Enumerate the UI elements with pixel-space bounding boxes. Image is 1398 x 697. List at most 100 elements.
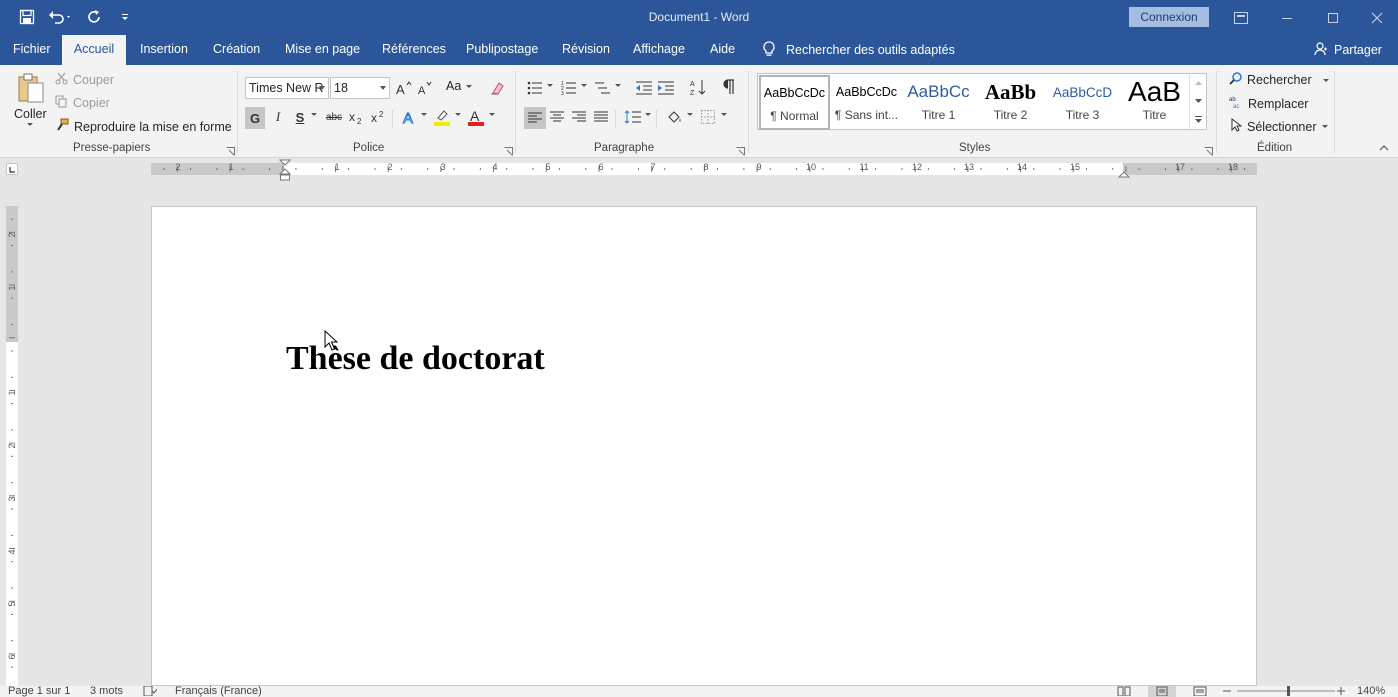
paragraph-launcher-icon[interactable] (736, 145, 745, 156)
zoom-in-icon[interactable] (1336, 686, 1346, 697)
ribbon-display-options-icon[interactable] (1218, 0, 1264, 35)
align-right-icon[interactable] (569, 107, 589, 127)
tab-affichage[interactable]: Affichage (633, 35, 685, 65)
collapse-ribbon-icon[interactable] (1377, 141, 1391, 155)
line-spacing-dropdown-icon[interactable] (645, 113, 651, 116)
style-titre[interactable]: AaB Titre (1119, 76, 1190, 129)
read-mode-icon[interactable] (1117, 686, 1131, 697)
zoom-out-icon[interactable] (1222, 686, 1232, 697)
paste-label[interactable]: Coller (14, 107, 47, 121)
redo-icon[interactable] (82, 6, 108, 28)
text-effects-icon[interactable]: A (400, 107, 420, 127)
align-center-icon[interactable] (547, 107, 567, 127)
increase-indent-icon[interactable] (656, 78, 676, 98)
font-color-dropdown-icon[interactable] (489, 113, 495, 116)
tab-creation[interactable]: Création (213, 35, 260, 65)
pilcrow-icon[interactable] (719, 77, 739, 97)
underline-button[interactable]: S (290, 107, 310, 127)
style-titre-3[interactable]: AaBbCcD Titre 3 (1047, 76, 1118, 129)
vertical-ruler[interactable]: 2 1 1 2 3 4 5 6 (6, 206, 18, 686)
superscript-icon[interactable]: x2 (368, 107, 388, 127)
font-launcher-icon[interactable] (504, 145, 513, 156)
tab-references[interactable]: Références (382, 35, 446, 65)
format-painter-button[interactable]: Reproduire la mise en forme (55, 118, 232, 135)
font-size-combo[interactable]: 18 (330, 77, 390, 99)
justify-icon[interactable] (591, 107, 611, 127)
highlight-icon[interactable] (432, 107, 452, 127)
shrink-font-icon[interactable]: A (416, 78, 436, 98)
zoom-level[interactable]: 140% (1357, 686, 1385, 697)
styles-launcher-icon[interactable] (1204, 145, 1213, 156)
style-normal[interactable]: AaBbCcDc ¶ Normal (759, 75, 830, 130)
grow-font-icon[interactable]: A (394, 78, 414, 98)
cut-button[interactable]: Couper (55, 72, 114, 88)
tell-me-search[interactable]: Rechercher des outils adaptés (762, 35, 955, 65)
select-button[interactable]: Sélectionner (1231, 117, 1328, 135)
tab-accueil[interactable]: Accueil (62, 35, 126, 66)
clear-formatting-icon[interactable] (487, 78, 507, 98)
connexion-button[interactable]: Connexion (1129, 7, 1209, 27)
share-button[interactable]: Partager (1314, 35, 1382, 65)
copy-button[interactable]: Copier (55, 95, 110, 111)
bold-button[interactable]: G (245, 107, 265, 129)
change-case-button[interactable]: Aa (446, 79, 473, 93)
paste-icon[interactable] (14, 71, 48, 105)
borders-icon[interactable] (698, 107, 718, 127)
tab-insertion[interactable]: Insertion (140, 35, 188, 65)
document-page[interactable]: Thèse de doctorat (151, 206, 1257, 686)
underline-dropdown-icon[interactable] (311, 113, 317, 116)
tab-aide[interactable]: Aide (710, 35, 735, 65)
more-styles-icon[interactable] (1190, 110, 1206, 128)
shading-icon[interactable] (664, 107, 684, 127)
bullets-dropdown-icon[interactable] (547, 84, 553, 87)
save-icon[interactable] (14, 6, 40, 28)
proofing-icon[interactable] (143, 686, 158, 697)
first-line-indent-marker[interactable] (278, 159, 292, 184)
bullets-icon[interactable] (525, 78, 545, 98)
shading-dropdown-icon[interactable] (687, 113, 693, 116)
strikethrough-button[interactable]: abc (324, 107, 344, 127)
font-name-combo[interactable]: Times New R (245, 77, 329, 99)
page-count[interactable]: Page 1 sur 1 (8, 686, 70, 697)
highlight-dropdown-icon[interactable] (455, 113, 461, 116)
maximize-icon[interactable] (1310, 0, 1356, 35)
borders-dropdown-icon[interactable] (721, 113, 727, 116)
tab-mise-en-page[interactable]: Mise en page (285, 35, 360, 65)
tab-fichier[interactable]: Fichier (13, 35, 51, 65)
multilevel-dropdown-icon[interactable] (615, 84, 621, 87)
style-titre-2[interactable]: AaBb Titre 2 (975, 76, 1046, 129)
scroll-down-icon[interactable] (1190, 92, 1206, 110)
clipboard-launcher-icon[interactable] (226, 145, 235, 156)
tab-selector-icon[interactable] (6, 163, 18, 175)
numbering-dropdown-icon[interactable] (581, 84, 587, 87)
language[interactable]: Français (France) (175, 686, 262, 697)
line-spacing-icon[interactable] (623, 107, 643, 127)
print-layout-icon[interactable] (1148, 686, 1176, 697)
web-layout-icon[interactable] (1193, 686, 1207, 697)
word-count[interactable]: 3 mots (90, 686, 123, 697)
text-effects-dropdown-icon[interactable] (421, 113, 427, 116)
style-sans-interligne[interactable]: AaBbCcDc ¶ Sans int... (831, 76, 902, 129)
find-dropdown-icon[interactable] (1322, 78, 1329, 82)
select-dropdown-icon[interactable] (1321, 125, 1328, 128)
right-indent-marker[interactable] (1117, 167, 1131, 181)
paste-dropdown-icon[interactable] (27, 123, 33, 126)
minimize-icon[interactable] (1264, 0, 1310, 35)
italic-button[interactable]: I (268, 107, 288, 127)
undo-icon[interactable] (44, 6, 78, 28)
tab-publipostage[interactable]: Publipostage (466, 35, 538, 65)
decrease-indent-icon[interactable] (634, 78, 654, 98)
zoom-slider[interactable] (1237, 686, 1335, 696)
scroll-up-icon[interactable] (1190, 74, 1206, 92)
subscript-icon[interactable]: x2 (346, 107, 366, 127)
find-button[interactable]: Rechercher (1229, 72, 1329, 88)
tab-revision[interactable]: Révision (562, 35, 610, 65)
style-titre-1[interactable]: AaBbCc Titre 1 (903, 76, 974, 129)
sort-icon[interactable]: AZ (688, 77, 708, 97)
multilevel-list-icon[interactable] (593, 78, 613, 98)
customize-qat-icon[interactable] (112, 6, 138, 28)
close-icon[interactable] (1354, 0, 1398, 35)
align-left-icon[interactable] (524, 107, 546, 129)
numbering-icon[interactable]: 123 (559, 78, 579, 98)
horizontal-ruler[interactable]: 2 1 1 2 3 4 5 6 7 8 9 10 11 12 13 14 15 … (151, 162, 1257, 175)
